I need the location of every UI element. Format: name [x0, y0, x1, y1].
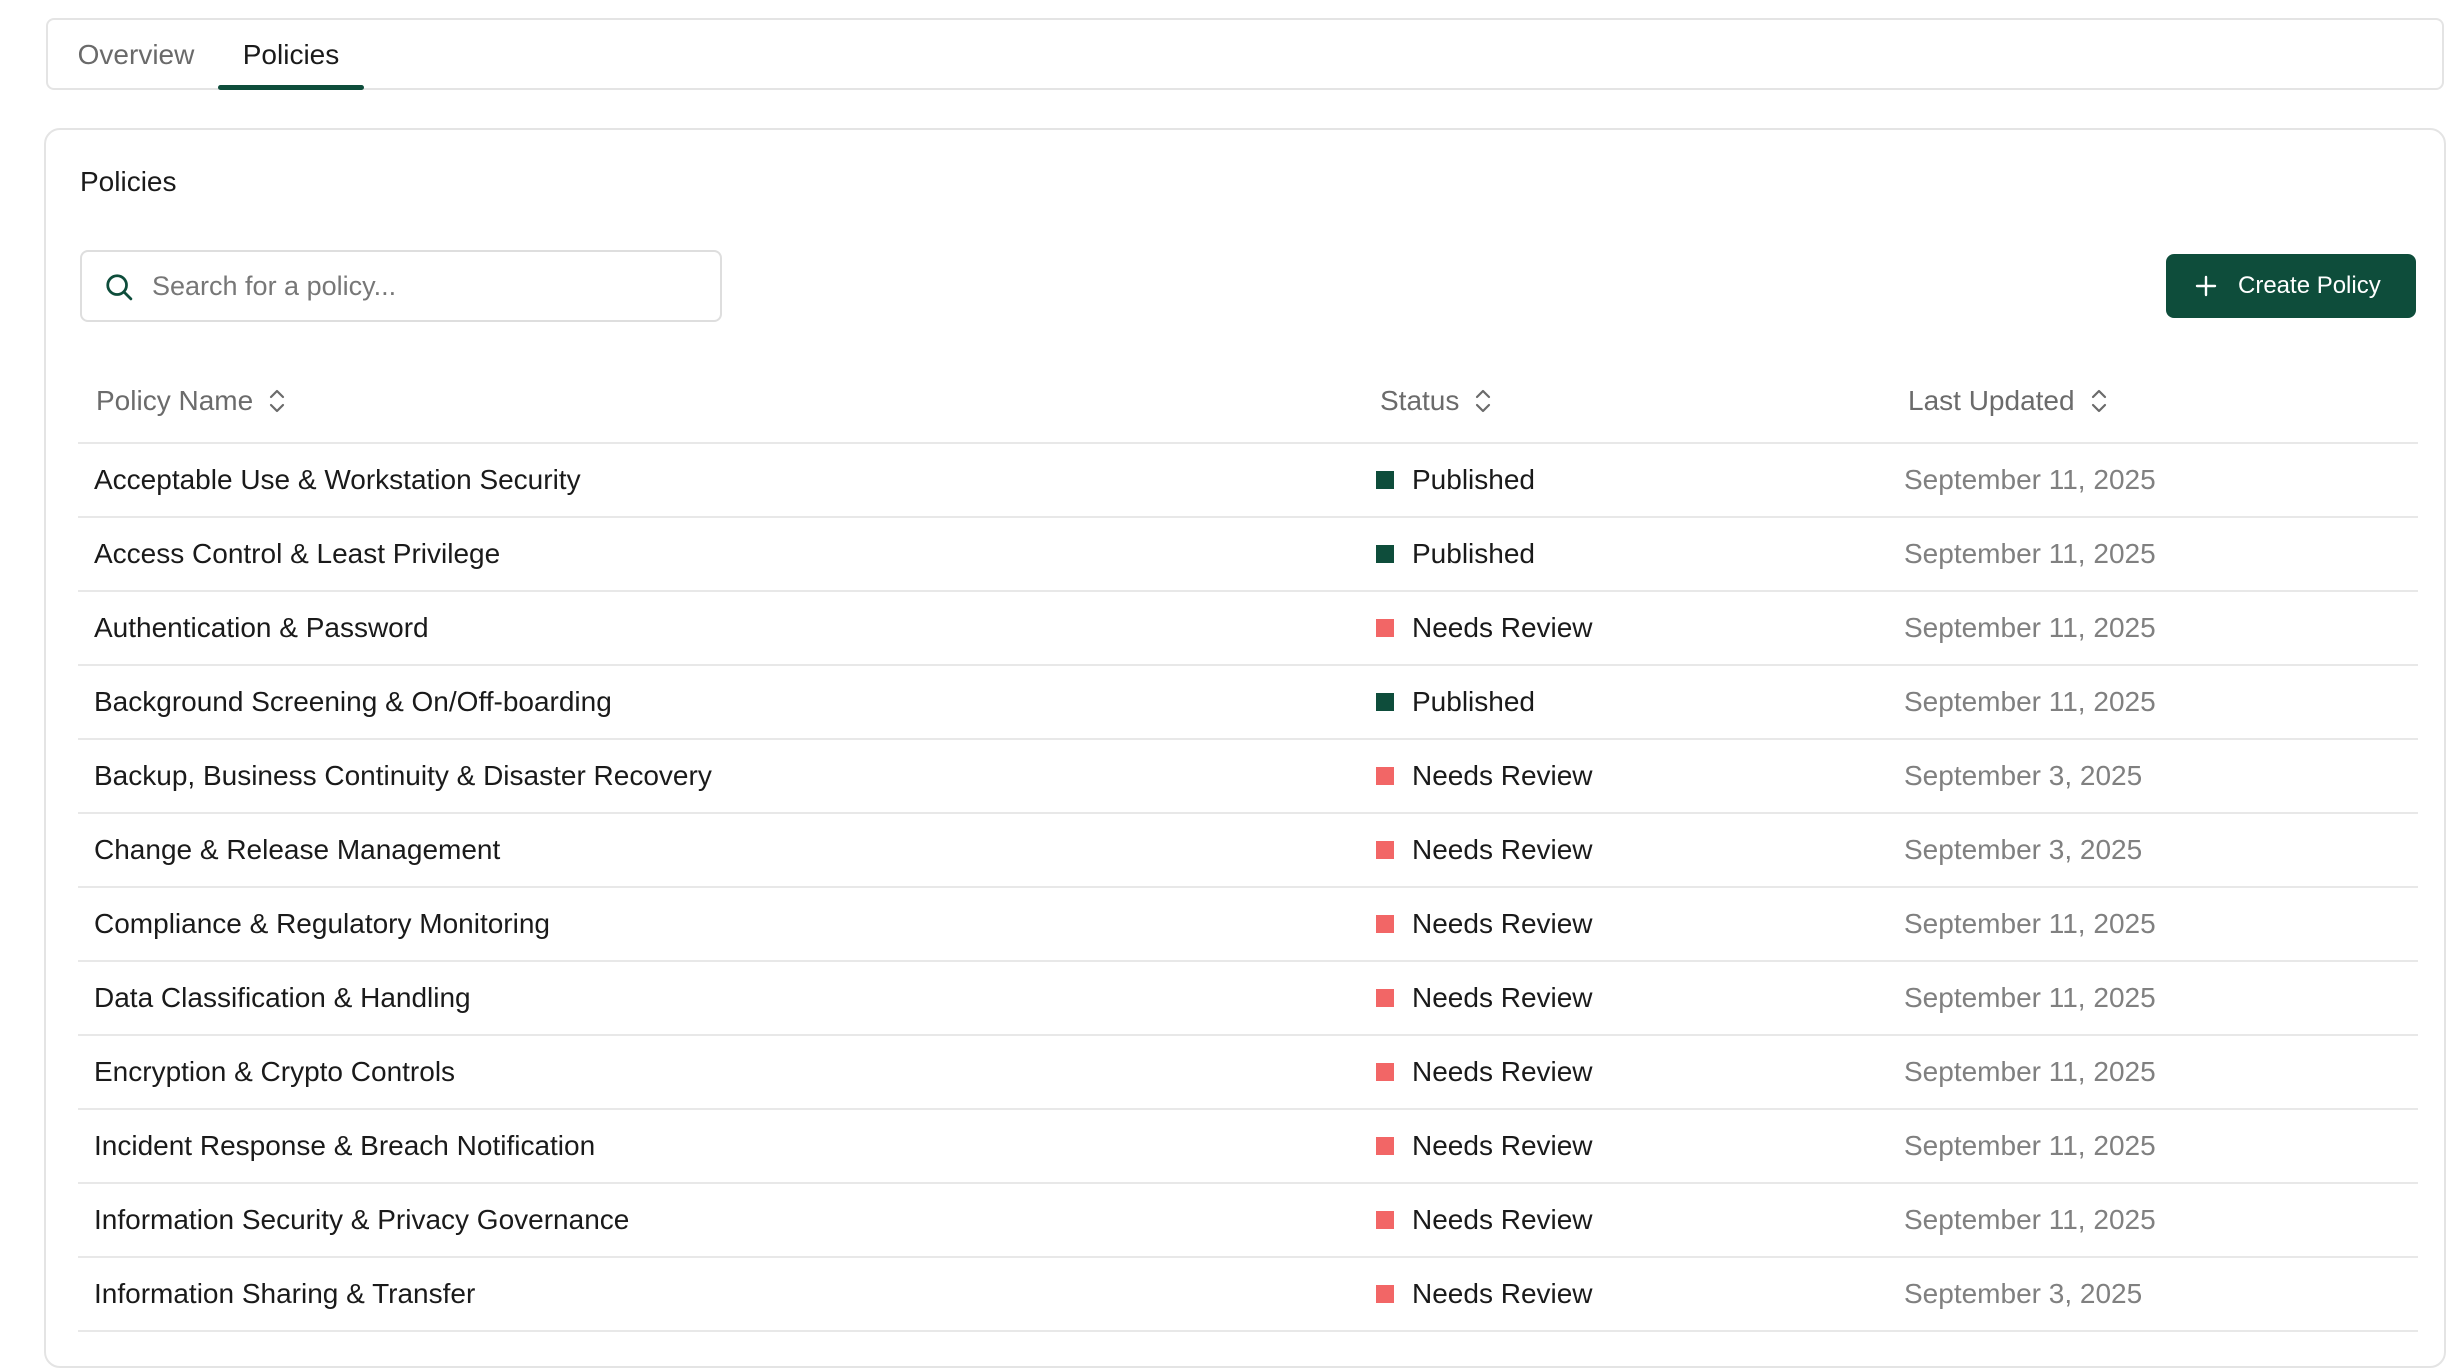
sort-icon [270, 389, 285, 412]
table-row[interactable]: Data Classification & Handling Needs Rev… [78, 962, 2418, 1036]
status-label: Published [1412, 686, 1535, 717]
status-square-icon [1376, 914, 1394, 933]
tab-overview[interactable]: Overview [72, 20, 200, 90]
status-square-icon [1376, 1210, 1394, 1229]
status-label: Published [1412, 464, 1535, 495]
table-row[interactable]: Incident Response & Breach Notification … [78, 1110, 2418, 1184]
create-policy-button[interactable]: Create Policy [2166, 254, 2416, 318]
policy-name: Information Sharing & Transfer [94, 1278, 476, 1309]
search-icon [106, 274, 133, 301]
status-label: Needs Review [1412, 982, 1593, 1013]
policy-status: Needs Review [1376, 1110, 1593, 1182]
policy-status: Needs Review [1376, 592, 1593, 664]
table-row[interactable]: Background Screening & On/Off-boarding P… [78, 666, 2418, 740]
tab-policies-label: Policies [242, 39, 340, 70]
policy-name: Backup, Business Continuity & Disaster R… [94, 760, 712, 791]
last-updated: September 3, 2025 [1904, 1278, 2143, 1309]
plus-icon [2195, 275, 2217, 297]
policy-status: Published [1376, 518, 1535, 590]
sort-icon [1476, 389, 1491, 412]
table-row[interactable]: Authentication & Password Needs Review S… [78, 592, 2418, 666]
search-box[interactable] [80, 250, 722, 322]
table-row[interactable]: Access Control & Least Privilege Publish… [78, 518, 2418, 592]
column-header-status[interactable]: Status [1380, 360, 1493, 442]
table-header: Policy Name Status Last Updated [78, 360, 2418, 444]
last-updated: September 11, 2025 [1904, 908, 2156, 939]
table-row[interactable]: Compliance & Regulatory Monitoring Needs… [78, 888, 2418, 962]
search-input[interactable] [152, 252, 702, 320]
policy-name: Information Security & Privacy Governanc… [94, 1204, 630, 1235]
policy-status: Published [1376, 666, 1535, 738]
policy-name: Compliance & Regulatory Monitoring [94, 908, 550, 939]
last-updated: September 3, 2025 [1904, 760, 2143, 791]
policy-name: Encryption & Crypto Controls [94, 1056, 456, 1087]
column-header-label: Policy Name [96, 385, 254, 416]
last-updated: September 11, 2025 [1904, 538, 2156, 569]
last-updated: September 11, 2025 [1904, 1056, 2156, 1087]
policy-status: Needs Review [1376, 1258, 1593, 1330]
last-updated: September 3, 2025 [1904, 834, 2143, 865]
status-label: Needs Review [1412, 1056, 1593, 1087]
table-row[interactable]: Information Security & Privacy Governanc… [78, 1184, 2418, 1258]
column-header-label: Status [1380, 385, 1460, 416]
status-square-icon [1376, 1284, 1394, 1303]
sort-icon [2091, 389, 2106, 412]
status-label: Needs Review [1412, 760, 1593, 791]
last-updated: September 11, 2025 [1904, 1130, 2156, 1161]
status-label: Needs Review [1412, 1130, 1593, 1161]
status-label: Needs Review [1412, 612, 1593, 643]
column-header-policy-name[interactable]: Policy Name [96, 360, 287, 442]
policy-status: Needs Review [1376, 962, 1593, 1034]
policy-name: Access Control & Least Privilege [94, 538, 501, 569]
table-row[interactable]: Information Sharing & Transfer Needs Rev… [78, 1258, 2418, 1332]
policy-status: Needs Review [1376, 1184, 1593, 1256]
status-square-icon [1376, 1062, 1394, 1081]
status-square-icon [1376, 618, 1394, 637]
status-label: Needs Review [1412, 834, 1593, 865]
create-policy-label: Create Policy [2238, 272, 2381, 299]
policy-status: Needs Review [1376, 1036, 1593, 1108]
status-square-icon [1376, 988, 1394, 1007]
policy-name: Change & Release Management [94, 834, 501, 865]
policy-status: Published [1376, 444, 1535, 516]
policy-name: Incident Response & Breach Notification [94, 1130, 596, 1161]
card-title: Policies [80, 166, 177, 197]
status-label: Published [1412, 538, 1535, 569]
status-square-icon [1376, 544, 1394, 563]
policy-name: Background Screening & On/Off-boarding [94, 686, 612, 717]
policy-name: Data Classification & Handling [94, 982, 471, 1013]
status-square-icon [1376, 840, 1394, 859]
table-row[interactable]: Change & Release Management Needs Review… [78, 814, 2418, 888]
status-label: Needs Review [1412, 1278, 1593, 1309]
column-header-label: Last Updated [1908, 385, 2075, 416]
last-updated: September 11, 2025 [1904, 612, 2156, 643]
last-updated: September 11, 2025 [1904, 1204, 2156, 1235]
policy-name: Acceptable Use & Workstation Security [94, 464, 581, 495]
column-header-last-updated[interactable]: Last Updated [1908, 360, 2109, 442]
table-row[interactable]: Acceptable Use & Workstation Security Pu… [78, 444, 2418, 518]
status-square-icon [1376, 766, 1394, 785]
status-square-icon [1376, 1136, 1394, 1155]
status-label: Needs Review [1412, 908, 1593, 939]
tab-policies[interactable]: Policies [218, 20, 364, 90]
policy-status: Needs Review [1376, 740, 1593, 812]
last-updated: September 11, 2025 [1904, 464, 2156, 495]
status-label: Needs Review [1412, 1204, 1593, 1235]
table-row[interactable]: Backup, Business Continuity & Disaster R… [78, 740, 2418, 814]
table-row[interactable]: Encryption & Crypto Controls Needs Revie… [78, 1036, 2418, 1110]
policy-name: Authentication & Password [94, 612, 429, 643]
policies-table: Policy Name Status Last Updated Acceptab… [78, 360, 2418, 1332]
last-updated: September 11, 2025 [1904, 686, 2156, 717]
active-tab-indicator [218, 85, 364, 90]
tab-bar: Overview Policies [46, 18, 2444, 90]
policies-card: Policies Create Policy Policy Name Statu… [44, 128, 2446, 1368]
policy-status: Needs Review [1376, 814, 1593, 886]
status-square-icon [1376, 692, 1394, 711]
policy-status: Needs Review [1376, 888, 1593, 960]
last-updated: September 11, 2025 [1904, 982, 2156, 1013]
status-square-icon [1376, 470, 1394, 489]
